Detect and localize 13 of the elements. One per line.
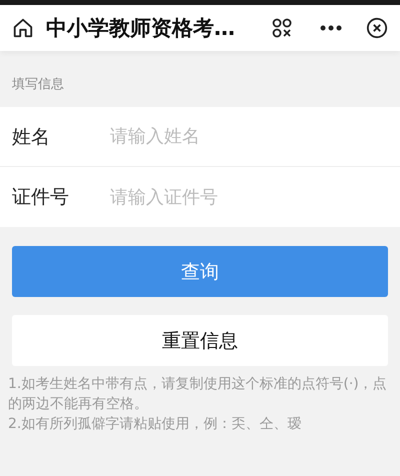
field-label: 姓名 <box>0 107 98 166</box>
reset-button[interactable]: 重置信息 <box>12 315 388 366</box>
home-icon[interactable] <box>12 17 34 39</box>
more-icon[interactable] <box>320 25 342 31</box>
close-icon[interactable] <box>366 17 388 39</box>
note-text: 1.如考生姓名中带有点，请复制使用这个标准的点符号(·)，点的两边不能再有空格。 <box>8 375 388 414</box>
page-title: 中小学教师资格考… <box>46 15 236 42</box>
input-field[interactable]: 请输入姓名 <box>98 107 400 166</box>
scan-icon[interactable] <box>272 18 292 38</box>
field-label: 证件号 <box>0 167 98 227</box>
note-text: 2.如有所列孤僻字请粘贴使用，例：奀、仝、瑷 <box>8 415 302 434</box>
input-field[interactable]: 请输入证件号 <box>98 167 400 227</box>
section-label: 填写信息 <box>11 76 65 94</box>
